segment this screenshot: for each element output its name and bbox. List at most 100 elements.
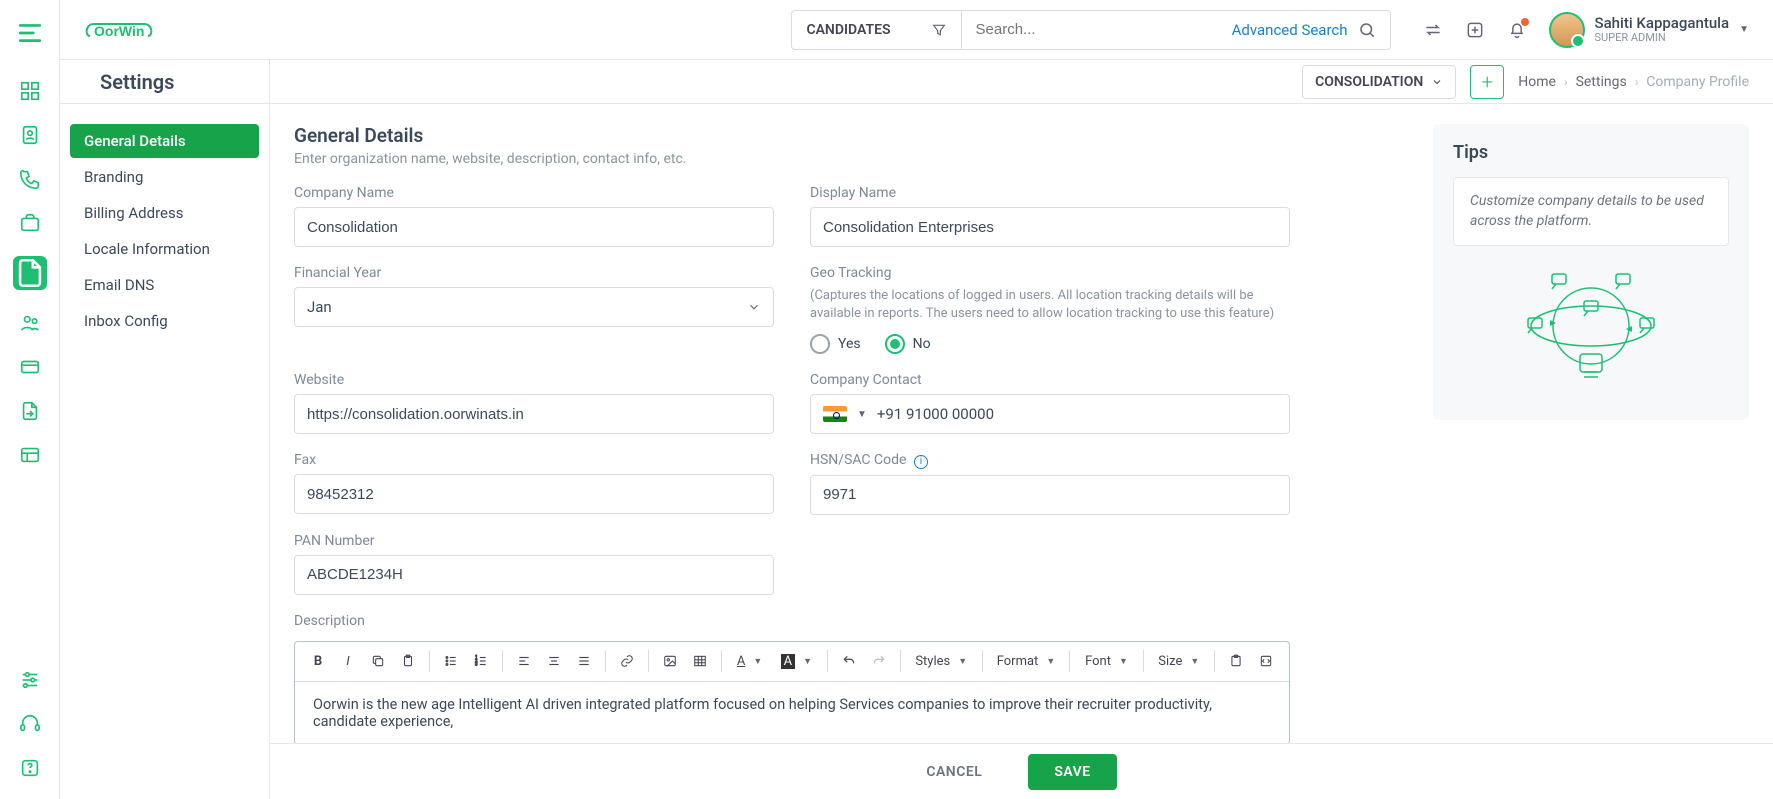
org-dropdown[interactable]: CONSOLIDATION xyxy=(1302,65,1456,99)
input-hsn[interactable] xyxy=(810,475,1290,515)
logo[interactable]: OorWin xyxy=(84,16,154,44)
field-website: Website xyxy=(294,372,774,434)
geo-radio-row: Yes No xyxy=(810,334,1290,354)
left-icon-rail xyxy=(0,0,60,799)
italic-icon[interactable]: I xyxy=(335,648,361,674)
card-icon[interactable] xyxy=(19,356,41,378)
format-dropdown[interactable]: Format▼ xyxy=(990,648,1061,674)
search-input[interactable] xyxy=(976,21,1232,38)
bg-color-icon[interactable]: A▼ xyxy=(774,648,819,674)
add-icon[interactable] xyxy=(1465,20,1485,40)
label-geo-tracking: Geo Tracking xyxy=(810,265,1290,281)
cancel-button[interactable]: CANCEL xyxy=(926,764,982,780)
input-display-name[interactable] xyxy=(810,207,1290,247)
settings-icon[interactable] xyxy=(19,669,41,691)
text-color-icon[interactable]: A▼ xyxy=(730,648,770,674)
notification-badge xyxy=(1521,18,1529,26)
search-icon[interactable] xyxy=(1358,21,1376,39)
input-company-name[interactable] xyxy=(294,207,774,247)
add-button[interactable]: + xyxy=(1470,65,1504,99)
advanced-search-link[interactable]: Advanced Search xyxy=(1232,21,1348,39)
contacts-icon[interactable] xyxy=(19,124,41,146)
main-content: General Details Enter organization name,… xyxy=(270,104,1773,799)
svg-text:3: 3 xyxy=(475,662,478,667)
chevron-down-icon xyxy=(1431,76,1443,88)
page-title: Settings xyxy=(60,60,270,103)
help-icon[interactable] xyxy=(19,757,41,779)
search-scope-dropdown[interactable]: CANDIDATES xyxy=(791,10,960,50)
sidebar-item-inbox-config[interactable]: Inbox Config xyxy=(70,304,259,338)
top-bar: OorWin CANDIDATES Advanced Search Sahiti… xyxy=(60,0,1773,60)
numbered-list-icon[interactable]: 123 xyxy=(468,648,494,674)
user-menu[interactable]: Sahiti Kappagantula SUPER ADMIN ▼ xyxy=(1549,12,1749,48)
save-button[interactable]: SAVE xyxy=(1028,754,1116,790)
select-financial-year[interactable]: Jan xyxy=(294,287,774,327)
field-description: Description B I 123 xyxy=(294,613,1290,745)
radio-geo-yes[interactable]: Yes xyxy=(810,334,861,354)
radio-geo-no[interactable]: No xyxy=(885,334,931,354)
undo-icon[interactable] xyxy=(836,648,862,674)
briefcase-icon[interactable] xyxy=(19,212,41,234)
input-pan[interactable] xyxy=(294,555,774,595)
paste-icon[interactable] xyxy=(395,648,421,674)
info-icon[interactable]: i xyxy=(914,455,928,469)
source-icon[interactable] xyxy=(1253,648,1279,674)
field-financial-year: Financial Year Jan xyxy=(294,265,774,354)
breadcrumb-home[interactable]: Home xyxy=(1518,74,1556,90)
dashboard-icon[interactable] xyxy=(19,80,41,102)
sidebar-item-locale-information[interactable]: Locale Information xyxy=(70,232,259,266)
align-justify-icon[interactable] xyxy=(571,648,597,674)
input-website[interactable] xyxy=(294,394,774,434)
notifications-icon[interactable] xyxy=(1507,20,1527,40)
label-pan: PAN Number xyxy=(294,533,774,549)
org-dropdown-label: CONSOLIDATION xyxy=(1315,74,1423,90)
copy-icon[interactable] xyxy=(365,648,391,674)
label-display-name: Display Name xyxy=(810,185,1290,201)
radio-dot xyxy=(885,334,905,354)
label-website: Website xyxy=(294,372,774,388)
people-icon[interactable] xyxy=(19,312,41,334)
filter-icon xyxy=(931,22,947,38)
bold-icon[interactable]: B xyxy=(305,648,331,674)
subheader: Settings CONSOLIDATION + Home › Settings… xyxy=(60,60,1773,104)
menu-toggle-icon[interactable] xyxy=(17,20,43,40)
sidebar-item-email-dns[interactable]: Email DNS xyxy=(70,268,259,302)
label-hsn-text: HSN/SAC Code xyxy=(810,452,906,468)
search-scope-label: CANDIDATES xyxy=(806,22,890,38)
layout-icon[interactable] xyxy=(19,444,41,466)
document-icon[interactable] xyxy=(13,256,47,290)
align-center-icon[interactable] xyxy=(541,648,567,674)
label-hsn: HSN/SAC Code i xyxy=(810,452,1290,469)
paste-word-icon[interactable] xyxy=(1223,648,1249,674)
bullet-list-icon[interactable] xyxy=(438,648,464,674)
search-group: CANDIDATES Advanced Search xyxy=(791,10,1390,50)
align-left-icon[interactable] xyxy=(511,648,537,674)
chevron-down-icon: ▼ xyxy=(857,409,867,420)
redo-icon[interactable] xyxy=(866,648,892,674)
sidebar-item-general-details[interactable]: General Details xyxy=(70,124,259,158)
input-fax[interactable] xyxy=(294,474,774,514)
size-dropdown[interactable]: Size▼ xyxy=(1152,648,1207,674)
swap-icon[interactable] xyxy=(1423,20,1443,40)
label-company-contact: Company Contact xyxy=(810,372,1290,388)
field-fax: Fax xyxy=(294,452,774,515)
image-icon[interactable] xyxy=(657,648,683,674)
search-box: Advanced Search xyxy=(961,10,1391,50)
breadcrumb-sep: › xyxy=(1635,75,1639,89)
export-icon[interactable] xyxy=(19,400,41,422)
link-icon[interactable] xyxy=(614,648,640,674)
label-fax: Fax xyxy=(294,452,774,468)
support-icon[interactable] xyxy=(19,713,41,735)
input-company-contact[interactable]: ▼ +91 91000 00000 xyxy=(810,394,1290,434)
sidebar-item-branding[interactable]: Branding xyxy=(70,160,259,194)
phone-icon[interactable] xyxy=(19,168,41,190)
breadcrumb-settings[interactable]: Settings xyxy=(1576,74,1627,90)
styles-dropdown[interactable]: Styles▼ xyxy=(909,648,974,674)
font-dropdown[interactable]: Font▼ xyxy=(1078,648,1134,674)
phone-value: +91 91000 00000 xyxy=(877,405,994,423)
sidebar-item-billing-address[interactable]: Billing Address xyxy=(70,196,259,230)
svg-text:OorWin: OorWin xyxy=(94,23,144,39)
table-icon[interactable] xyxy=(687,648,713,674)
india-flag-icon xyxy=(823,406,847,422)
description-body[interactable]: Oorwin is the new age Intelligent AI dri… xyxy=(295,682,1289,744)
